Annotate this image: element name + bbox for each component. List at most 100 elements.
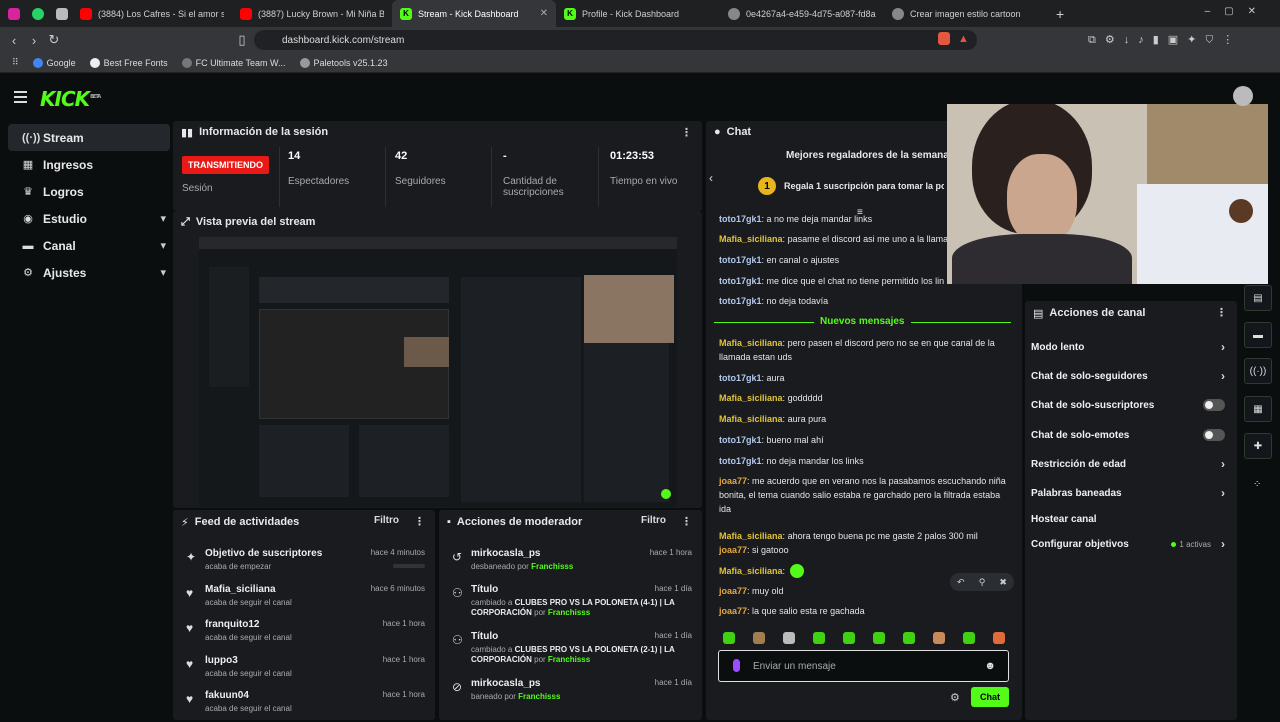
mod-actor[interactable]: Franchisss (548, 608, 590, 617)
chat-username[interactable]: toto17gk1 (719, 435, 762, 445)
filter-button[interactable]: Filtro (641, 515, 666, 526)
emote-icon[interactable] (783, 632, 795, 644)
chat-message[interactable]: joaa77: me acuerdo que en verano nos la … (719, 474, 1009, 516)
chat-username[interactable]: joaa77 (719, 606, 747, 616)
browser-tab-3[interactable]: K Stream - Kick Dashboard ✕ (392, 0, 556, 27)
chat-message[interactable]: Mafia_siciliana: aura pura (719, 412, 1009, 426)
emote-icon[interactable] (963, 632, 975, 644)
chat-message[interactable]: toto17gk1: no deja todavía (719, 294, 1009, 308)
broadcast-icon[interactable]: ((·)) (1244, 358, 1272, 384)
notes-pinned-tab[interactable] (48, 0, 72, 27)
rewards-icon[interactable]: ▲ (958, 33, 969, 45)
chat-username[interactable]: toto17gk1 (719, 276, 762, 286)
window-controls[interactable]: –▢✕ (1205, 6, 1270, 17)
action-followers-only[interactable]: Chat de solo-seguidores › (1031, 369, 1229, 383)
wrench-icon[interactable]: ✚ (1244, 433, 1272, 459)
kebab-menu-icon[interactable]: ⋮ (1216, 306, 1227, 319)
sidebar-item-canal[interactable]: ▬ Canal ▾ (8, 232, 170, 259)
kebab-menu-icon[interactable]: ⋮ (681, 126, 692, 139)
sidebar-item-logros[interactable]: ♛ Logros (8, 178, 170, 205)
new-tab-button[interactable]: + (1048, 0, 1072, 27)
browser-tab-2[interactable]: (3887) Lucky Brown - Mi Niña Bo (232, 0, 392, 27)
browser-tab-4[interactable]: K Profile - Kick Dashboard (556, 0, 720, 27)
chat-username[interactable]: joaa77 (719, 586, 747, 596)
reload-icon[interactable]: ↻ (44, 32, 64, 48)
chat-message[interactable]: joaa77: si gatooo (719, 543, 1009, 557)
apps-grid-icon[interactable]: ⠿ (12, 57, 19, 68)
apps-icon[interactable]: ⁘ (1253, 479, 1261, 490)
chat-username[interactable]: toto17gk1 (719, 214, 762, 224)
chat-message[interactable]: Mafia_siciliana: pero pasen el discord p… (719, 336, 1009, 364)
emoji-icon[interactable]: ☻ (984, 660, 996, 672)
chat-icon[interactable]: ▬ (1244, 322, 1272, 348)
action-banned-words[interactable]: Palabras baneadas › (1031, 486, 1229, 500)
browser-toolbar-icons[interactable]: ⧉⚙↓♪▮▣✦⛉⋮ (1088, 33, 1242, 47)
action-slow-mode[interactable]: Modo lento › (1031, 340, 1229, 354)
sidebar-item-stream[interactable]: ((·)) Stream (8, 124, 170, 151)
chevron-left-icon[interactable]: ‹ (709, 171, 713, 185)
emote-icon[interactable] (993, 632, 1005, 644)
chat-username[interactable]: Mafia_siciliana (719, 531, 783, 541)
chat-username[interactable]: joaa77 (719, 476, 747, 486)
emote-icon[interactable] (903, 632, 915, 644)
back-icon[interactable]: ‹ (4, 33, 24, 48)
mod-actor[interactable]: Franchisss (518, 692, 560, 701)
chat-message[interactable]: toto17gk1: aura (719, 371, 1009, 385)
chat-message[interactable]: toto17gk1: no deja mandar los links (719, 454, 1009, 468)
mod-actor[interactable]: Franchisss (548, 655, 590, 664)
sidebar-item-estudio[interactable]: ◉ Estudio ▾ (8, 205, 170, 232)
action-host-channel[interactable]: Hostear canal (1031, 514, 1229, 525)
bookmark-icon[interactable]: ▯ (232, 32, 252, 48)
kebab-menu-icon[interactable]: ⋮ (414, 515, 425, 528)
reply-icon[interactable]: ↶ (957, 577, 965, 588)
layout-icon[interactable]: ▦ (1244, 396, 1272, 422)
emote-icon[interactable] (813, 632, 825, 644)
chat-username[interactable]: Mafia_siciliana (719, 414, 783, 424)
browser-tab-1[interactable]: (3884) Los Cafres - Si el amor se cae (72, 0, 232, 27)
browser-tab-5[interactable]: 0e4267a4-e459-4d75-a087-fd8a16c0 (720, 0, 884, 27)
bookmark-fc[interactable]: FC Ultimate Team W... (181, 57, 286, 68)
emotes-only-toggle[interactable] (1203, 429, 1225, 441)
delete-icon[interactable]: ✖ (999, 577, 1007, 588)
filter-button[interactable]: Filtro (374, 515, 399, 526)
send-chat-button[interactable]: Chat (971, 687, 1009, 707)
emote-icon[interactable] (873, 632, 885, 644)
chat-username[interactable]: toto17gk1 (719, 456, 762, 466)
url-field[interactable]: dashboard.kick.com/stream (254, 30, 977, 50)
chat-message[interactable]: Mafia_siciliana: ahora tengo buena pc me… (719, 529, 1009, 543)
emote-icon[interactable] (843, 632, 855, 644)
chat-input[interactable]: Enviar un mensaje ☻ (718, 650, 1009, 682)
stream-preview-video[interactable] (199, 237, 677, 507)
emote-icon[interactable] (753, 632, 765, 644)
close-tab-icon[interactable]: ✕ (540, 8, 548, 19)
bookmark-fonts[interactable]: Best Free Fonts (89, 57, 168, 68)
action-configure-goals[interactable]: Configurar objetivos 1 activas › (1031, 537, 1229, 551)
mic-icon[interactable] (733, 659, 740, 672)
menu-icon[interactable] (14, 91, 27, 106)
instagram-pinned-tab[interactable] (0, 0, 24, 27)
browser-tab-6[interactable]: Crear imagen estilo cartoon (884, 0, 1048, 27)
forward-icon[interactable]: › (24, 33, 44, 48)
sidebar-item-ingresos[interactable]: ▦ Ingresos (8, 151, 170, 178)
chat-username[interactable]: Mafia_siciliana (719, 393, 783, 403)
chat-username[interactable]: toto17gk1 (719, 255, 762, 265)
chat-message[interactable]: toto17gk1: bueno mal ahí (719, 433, 1009, 447)
emote-icon[interactable] (933, 632, 945, 644)
chat-username[interactable]: Mafia_siciliana (719, 338, 783, 348)
kick-logo[interactable]: KICKBETA (40, 87, 101, 111)
chat-username[interactable]: joaa77 (719, 545, 747, 555)
chat-message[interactable]: joaa77: la que salio esta re gachada (719, 604, 1009, 618)
emote-icon[interactable] (723, 632, 735, 644)
gifters-cta[interactable]: Regala 1 suscripción para tomar la posi (784, 181, 944, 191)
avatar[interactable] (1233, 86, 1253, 106)
chat-username[interactable]: Mafia_siciliana (719, 234, 783, 244)
doc-icon[interactable]: ▤ (1244, 285, 1272, 311)
chat-username[interactable]: toto17gk1 (719, 296, 762, 306)
action-age-restriction[interactable]: Restricción de edad › (1031, 457, 1229, 471)
gear-icon[interactable]: ⚙ (950, 691, 960, 704)
chat-username[interactable]: toto17gk1 (719, 373, 762, 383)
kebab-menu-icon[interactable]: ⋮ (681, 515, 692, 528)
bookmark-google[interactable]: Google (32, 57, 76, 68)
whatsapp-pinned-tab[interactable] (24, 0, 48, 27)
bookmark-paletools[interactable]: Paletools v25.1.23 (299, 57, 388, 68)
